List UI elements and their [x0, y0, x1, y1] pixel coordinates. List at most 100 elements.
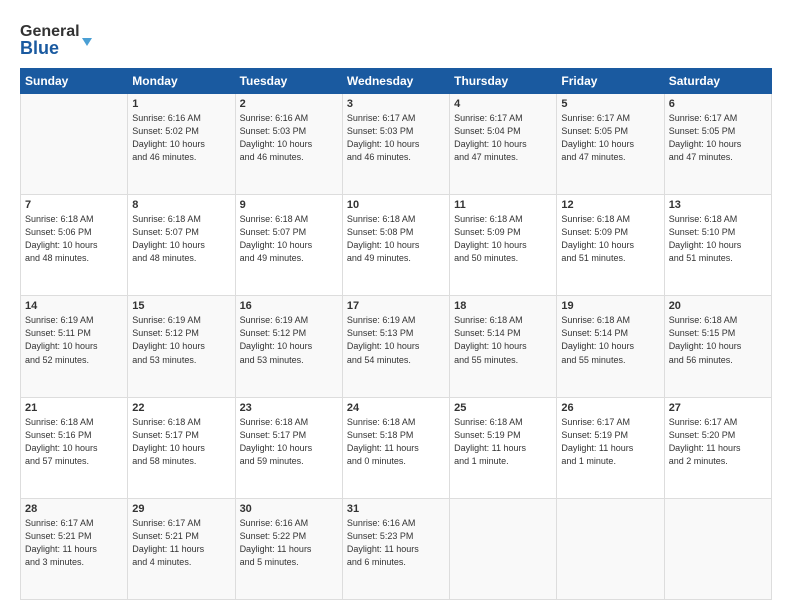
day-number: 23	[240, 402, 338, 414]
header-cell-saturday: Saturday	[664, 69, 771, 94]
day-info: Sunrise: 6:19 AM Sunset: 5:12 PM Dayligh…	[132, 314, 230, 366]
day-number: 9	[240, 199, 338, 211]
day-number: 30	[240, 503, 338, 515]
day-cell: 6Sunrise: 6:17 AM Sunset: 5:05 PM Daylig…	[664, 94, 771, 195]
day-cell: 25 Sunrise: 6:18 AM Sunset: 5:19 PM Dayli…	[450, 397, 557, 498]
day-cell: 20 Sunrise: 6:18 AM Sunset: 5:15 PM Dayli…	[664, 296, 771, 397]
day-number: 29	[132, 503, 230, 515]
day-info: Sunrise: 6:17 AM Sunset: 5:21 PM Dayligh…	[25, 517, 123, 569]
day-number: 2	[240, 98, 338, 110]
day-info: Sunrise: 6:18 AM Sunset: 5:16 PM Dayligh…	[25, 416, 123, 468]
day-number: 1	[132, 98, 230, 110]
day-number: 22	[132, 402, 230, 414]
day-cell: 10 Sunrise: 6:18 AM Sunset: 5:08 PM Dayli…	[342, 195, 449, 296]
day-number: 15	[132, 300, 230, 312]
day-info: Sunrise: 6:18 AM Sunset: 5:10 PM Dayligh…	[669, 213, 767, 265]
day-info: Sunrise: 6:17 AM Sunset: 5:03 PM Dayligh…	[347, 112, 445, 164]
day-number: 7	[25, 199, 123, 211]
day-cell: 12 Sunrise: 6:18 AM Sunset: 5:09 PM Dayli…	[557, 195, 664, 296]
day-info: Sunrise: 6:17 AM Sunset: 5:21 PM Dayligh…	[132, 517, 230, 569]
day-number: 24	[347, 402, 445, 414]
day-info: Sunrise: 6:18 AM Sunset: 5:17 PM Dayligh…	[240, 416, 338, 468]
day-cell: 1 Sunrise: 6:16 AM Sunset: 5:02 PM Daylig…	[128, 94, 235, 195]
day-info: Sunrise: 6:19 AM Sunset: 5:11 PM Dayligh…	[25, 314, 123, 366]
header-cell-tuesday: Tuesday	[235, 69, 342, 94]
day-cell	[557, 498, 664, 599]
day-info: Sunrise: 6:19 AM Sunset: 5:13 PM Dayligh…	[347, 314, 445, 366]
day-cell	[664, 498, 771, 599]
day-number: 11	[454, 199, 552, 211]
day-cell: 4Sunrise: 6:17 AM Sunset: 5:04 PM Daylig…	[450, 94, 557, 195]
svg-text:Blue: Blue	[20, 38, 59, 58]
week-row-2: 14 Sunrise: 6:19 AM Sunset: 5:11 PM Dayli…	[21, 296, 772, 397]
day-cell	[450, 498, 557, 599]
day-number: 28	[25, 503, 123, 515]
day-number: 21	[25, 402, 123, 414]
day-cell: 19 Sunrise: 6:18 AM Sunset: 5:14 PM Dayli…	[557, 296, 664, 397]
page: General Blue SundayMondayTuesdayWednesda…	[0, 0, 792, 612]
day-info: Sunrise: 6:17 AM Sunset: 5:20 PM Dayligh…	[669, 416, 767, 468]
day-info: Sunrise: 6:17 AM Sunset: 5:05 PM Dayligh…	[561, 112, 659, 164]
day-cell: 9 Sunrise: 6:18 AM Sunset: 5:07 PM Daylig…	[235, 195, 342, 296]
day-cell: 15 Sunrise: 6:19 AM Sunset: 5:12 PM Dayli…	[128, 296, 235, 397]
day-number: 20	[669, 300, 767, 312]
day-number: 10	[347, 199, 445, 211]
day-info: Sunrise: 6:16 AM Sunset: 5:23 PM Dayligh…	[347, 517, 445, 569]
day-info: Sunrise: 6:18 AM Sunset: 5:09 PM Dayligh…	[454, 213, 552, 265]
day-info: Sunrise: 6:16 AM Sunset: 5:22 PM Dayligh…	[240, 517, 338, 569]
day-info: Sunrise: 6:18 AM Sunset: 5:07 PM Dayligh…	[240, 213, 338, 265]
day-info: Sunrise: 6:18 AM Sunset: 5:08 PM Dayligh…	[347, 213, 445, 265]
day-cell: 16Sunrise: 6:19 AM Sunset: 5:12 PM Dayli…	[235, 296, 342, 397]
header: General Blue	[20, 16, 772, 60]
header-cell-thursday: Thursday	[450, 69, 557, 94]
week-row-4: 28 Sunrise: 6:17 AM Sunset: 5:21 PM Dayli…	[21, 498, 772, 599]
day-cell: 22 Sunrise: 6:18 AM Sunset: 5:17 PM Dayli…	[128, 397, 235, 498]
day-number: 3	[347, 98, 445, 110]
day-info: Sunrise: 6:18 AM Sunset: 5:07 PM Dayligh…	[132, 213, 230, 265]
day-number: 25	[454, 402, 552, 414]
logo: General Blue	[20, 16, 110, 60]
day-cell: 28 Sunrise: 6:17 AM Sunset: 5:21 PM Dayli…	[21, 498, 128, 599]
day-cell: 30 Sunrise: 6:16 AM Sunset: 5:22 PM Dayli…	[235, 498, 342, 599]
day-cell: 21 Sunrise: 6:18 AM Sunset: 5:16 PM Dayli…	[21, 397, 128, 498]
day-info: Sunrise: 6:18 AM Sunset: 5:19 PM Dayligh…	[454, 416, 552, 468]
week-row-1: 7 Sunrise: 6:18 AM Sunset: 5:06 PM Daylig…	[21, 195, 772, 296]
day-cell: 7 Sunrise: 6:18 AM Sunset: 5:06 PM Daylig…	[21, 195, 128, 296]
day-cell: 11 Sunrise: 6:18 AM Sunset: 5:09 PM Dayli…	[450, 195, 557, 296]
day-cell: 3 Sunrise: 6:17 AM Sunset: 5:03 PM Daylig…	[342, 94, 449, 195]
day-cell: 13 Sunrise: 6:18 AM Sunset: 5:10 PM Dayli…	[664, 195, 771, 296]
day-number: 14	[25, 300, 123, 312]
day-cell: 5 Sunrise: 6:17 AM Sunset: 5:05 PM Daylig…	[557, 94, 664, 195]
day-number: 13	[669, 199, 767, 211]
day-cell: 24Sunrise: 6:18 AM Sunset: 5:18 PM Dayli…	[342, 397, 449, 498]
day-cell: 29 Sunrise: 6:17 AM Sunset: 5:21 PM Dayli…	[128, 498, 235, 599]
day-cell: 31 Sunrise: 6:16 AM Sunset: 5:23 PM Dayli…	[342, 498, 449, 599]
day-cell: 2Sunrise: 6:16 AM Sunset: 5:03 PM Daylig…	[235, 94, 342, 195]
day-cell: 23 Sunrise: 6:18 AM Sunset: 5:17 PM Dayli…	[235, 397, 342, 498]
day-info: Sunrise: 6:18 AM Sunset: 5:09 PM Dayligh…	[561, 213, 659, 265]
day-number: 31	[347, 503, 445, 515]
day-info: Sunrise: 6:18 AM Sunset: 5:15 PM Dayligh…	[669, 314, 767, 366]
day-cell: 8 Sunrise: 6:18 AM Sunset: 5:07 PM Daylig…	[128, 195, 235, 296]
day-number: 5	[561, 98, 659, 110]
day-info: Sunrise: 6:17 AM Sunset: 5:05 PM Dayligh…	[669, 112, 767, 164]
day-info: Sunrise: 6:18 AM Sunset: 5:06 PM Dayligh…	[25, 213, 123, 265]
day-number: 4	[454, 98, 552, 110]
day-info: Sunrise: 6:18 AM Sunset: 5:14 PM Dayligh…	[454, 314, 552, 366]
day-number: 12	[561, 199, 659, 211]
day-number: 26	[561, 402, 659, 414]
day-info: Sunrise: 6:17 AM Sunset: 5:19 PM Dayligh…	[561, 416, 659, 468]
day-info: Sunrise: 6:18 AM Sunset: 5:14 PM Dayligh…	[561, 314, 659, 366]
header-row: SundayMondayTuesdayWednesdayThursdayFrid…	[21, 69, 772, 94]
calendar-table: SundayMondayTuesdayWednesdayThursdayFrid…	[20, 68, 772, 600]
day-number: 19	[561, 300, 659, 312]
day-number: 17	[347, 300, 445, 312]
day-info: Sunrise: 6:16 AM Sunset: 5:02 PM Dayligh…	[132, 112, 230, 164]
header-cell-sunday: Sunday	[21, 69, 128, 94]
day-cell: 18Sunrise: 6:18 AM Sunset: 5:14 PM Dayli…	[450, 296, 557, 397]
day-number: 8	[132, 199, 230, 211]
day-info: Sunrise: 6:18 AM Sunset: 5:17 PM Dayligh…	[132, 416, 230, 468]
day-info: Sunrise: 6:19 AM Sunset: 5:12 PM Dayligh…	[240, 314, 338, 366]
day-cell	[21, 94, 128, 195]
day-cell: 26 Sunrise: 6:17 AM Sunset: 5:19 PM Dayli…	[557, 397, 664, 498]
